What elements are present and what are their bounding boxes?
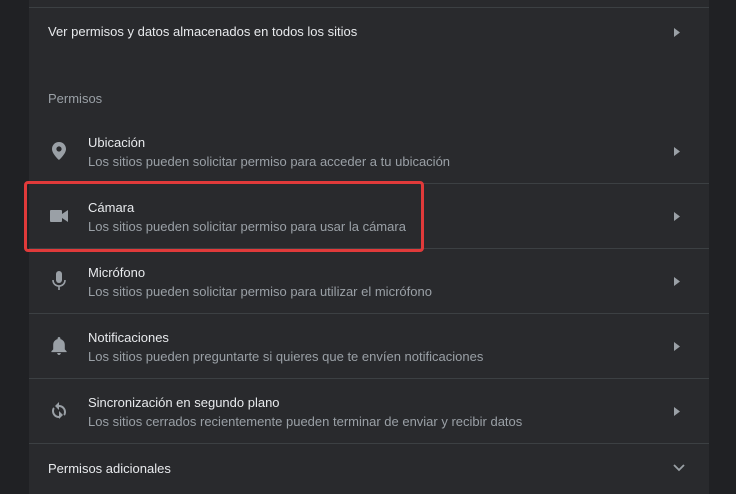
permission-row-microphone[interactable]: Micrófono Los sitios pueden solicitar pe… [29, 249, 709, 313]
permission-subtitle: Los sitios pueden preguntarte si quieres… [88, 349, 484, 364]
permission-row-camera[interactable]: Cámara Los sitios pueden solicitar permi… [29, 184, 709, 248]
permission-title: Cámara [88, 200, 135, 215]
sync-icon [48, 400, 70, 422]
permission-title: Sincronización en segundo plano [88, 395, 280, 410]
permission-title: Notificaciones [88, 330, 169, 345]
additional-permissions-label: Permisos adicionales [48, 461, 171, 476]
videocam-icon [48, 205, 70, 227]
permission-row-notifications[interactable]: Notificaciones Los sitios pueden pregunt… [29, 314, 709, 378]
arrow-right-icon [671, 340, 683, 352]
permission-subtitle: Los sitios pueden solicitar permiso para… [88, 219, 406, 234]
permission-subtitle: Los sitios pueden solicitar permiso para… [88, 284, 432, 299]
permission-row-location[interactable]: Ubicación Los sitios pueden solicitar pe… [29, 118, 709, 183]
arrow-right-icon [671, 275, 683, 287]
settings-page: Ver permisos y datos almacenados en todo… [0, 0, 736, 494]
all-sites-row[interactable]: Ver permisos y datos almacenados en todo… [29, 8, 709, 56]
permissions-heading: Permisos [48, 91, 103, 106]
permission-title: Ubicación [88, 135, 146, 150]
arrow-right-icon [671, 145, 683, 157]
permission-row-background-sync[interactable]: Sincronización en segundo plano Los siti… [29, 379, 709, 443]
permission-subtitle: Los sitios pueden solicitar permiso para… [88, 154, 451, 169]
arrow-right-icon [671, 405, 683, 417]
additional-permissions-row[interactable]: Permisos adicionales [29, 444, 709, 494]
permission-subtitle: Los sitios cerrados recientemente pueden… [88, 414, 523, 429]
permission-title: Micrófono [88, 265, 146, 280]
bell-icon [48, 335, 70, 357]
microphone-icon [48, 270, 70, 292]
arrow-right-icon [671, 26, 683, 38]
location-pin-icon [48, 140, 70, 162]
site-settings-card: Ver permisos y datos almacenados en todo… [29, 0, 709, 494]
chevron-down-icon [673, 462, 685, 474]
arrow-right-icon [671, 210, 683, 222]
all-sites-label: Ver permisos y datos almacenados en todo… [48, 24, 358, 39]
